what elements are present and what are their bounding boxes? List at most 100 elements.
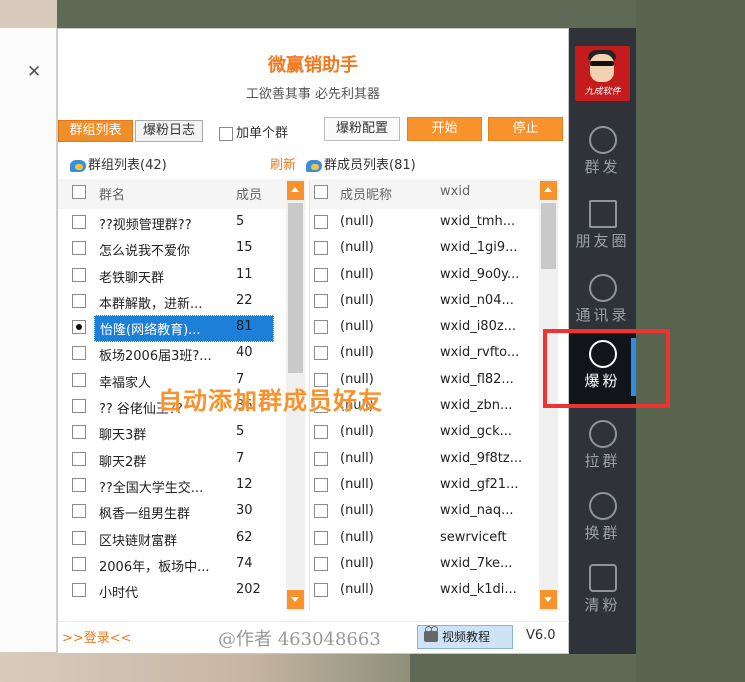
member-wxid: wxid_fl82... (440, 371, 514, 387)
group-checkbox[interactable] (72, 399, 86, 414)
member-row[interactable]: (null) sewrviceft (310, 525, 559, 551)
group-name: 本群解散，进新... (99, 296, 203, 312)
group-count: 5 (236, 214, 245, 229)
member-row[interactable]: (null) wxid_naq... (310, 498, 559, 524)
group-checkbox[interactable] (72, 267, 86, 282)
member-checkbox[interactable] (314, 556, 328, 571)
group-checkbox[interactable] (72, 477, 86, 492)
group-checkbox[interactable] (72, 583, 86, 598)
member-checkbox[interactable] (314, 451, 328, 466)
clean-fans-icon (588, 564, 617, 592)
toolbar: 群组列表 爆粉日志 加单个群 爆粉配置 开始 停止 (58, 117, 570, 145)
member-checkbox[interactable] (314, 425, 328, 440)
member-checkbox[interactable] (314, 504, 328, 519)
group-row[interactable]: 聊天3群 5 (58, 419, 306, 445)
member-row[interactable]: (null) wxid_1gi9... (310, 235, 559, 261)
group-name: 板场2006届3班?... (99, 349, 212, 365)
member-row[interactable]: (null) wxid_n04... (310, 288, 559, 314)
refresh-link[interactable]: 刷新 (270, 154, 296, 173)
group-name: 2006年，板场中... (99, 559, 210, 575)
group-checkbox[interactable] (72, 504, 86, 519)
sidebar-item-broadcast[interactable]: 群发 (569, 120, 636, 190)
group-row[interactable]: 2006年，板场中... 74 (58, 551, 306, 577)
group-row[interactable]: 枫香一组男生群 30 (58, 498, 306, 524)
group-row-selected[interactable]: 怡隆(网络教育)... 81 (58, 314, 306, 343)
sidebar-item-clean-fans[interactable]: 清粉 (569, 558, 636, 628)
video-tutorial-button[interactable]: 视频教程 (417, 625, 513, 649)
member-checkbox[interactable] (314, 293, 328, 308)
group-count: 15 (236, 240, 253, 256)
sidebar-item-switch-group[interactable]: 换群 (569, 486, 636, 556)
member-checkbox[interactable] (314, 320, 328, 335)
close-icon[interactable]: ✕ (27, 62, 41, 82)
single-group-option[interactable]: 加单个群 (219, 122, 288, 141)
member-row[interactable]: (null) wxid_9f8tz... (310, 446, 559, 472)
member-row[interactable]: (null) wxid_tmh... (310, 209, 559, 235)
stop-button[interactable]: 停止 (488, 117, 563, 141)
select-all-members-checkbox[interactable] (314, 185, 328, 199)
group-checkbox[interactable] (72, 346, 86, 361)
group-row[interactable]: 区块链财富群 62 (58, 525, 306, 551)
member-wxid: wxid_9o0y... (440, 266, 520, 282)
member-checkbox[interactable] (314, 477, 328, 492)
member-checkbox[interactable] (314, 241, 328, 256)
sidebar-item-contacts[interactable]: 通讯录 (569, 268, 636, 338)
scroll-up-arrow-icon[interactable] (540, 181, 557, 200)
avatar[interactable]: 九成软件 (575, 46, 630, 101)
member-checkbox[interactable] (314, 346, 328, 361)
member-row[interactable]: (null) wxid_7ke... (310, 551, 559, 577)
group-checkbox[interactable] (72, 293, 86, 308)
select-all-groups-checkbox[interactable] (72, 185, 86, 199)
column-group-name: 群名 (99, 188, 126, 203)
tab-group-list[interactable]: 群组列表 (58, 120, 133, 142)
broadcast-icon (588, 126, 617, 154)
login-link[interactable]: >>登录<< (62, 627, 132, 646)
member-wxid: sewrviceft (440, 529, 507, 545)
chat-icon (70, 159, 86, 172)
group-row[interactable]: ??视频管理群?? 5 (58, 209, 306, 235)
scroll-down-arrow-icon[interactable] (540, 590, 557, 609)
member-checkbox[interactable] (314, 530, 328, 545)
member-nickname: (null) (340, 292, 374, 308)
member-checkbox[interactable] (314, 215, 328, 229)
scroll-thumb[interactable] (288, 203, 303, 373)
single-group-checkbox[interactable] (219, 126, 233, 141)
group-row[interactable]: 本群解散，进新... 22 (58, 288, 306, 314)
config-button[interactable]: 爆粉配置 (324, 117, 400, 141)
member-wxid: wxid_gck... (440, 424, 513, 440)
group-count: 30 (236, 503, 253, 519)
group-checkbox[interactable] (72, 425, 86, 440)
tab-log[interactable]: 爆粉日志 (135, 120, 203, 142)
scroll-up-arrow-icon[interactable] (287, 181, 304, 200)
member-row[interactable]: (null) wxid_k1di... (310, 577, 559, 603)
group-checkbox[interactable] (72, 556, 86, 571)
start-button[interactable]: 开始 (407, 117, 482, 141)
group-row[interactable]: 小时代 202 (58, 577, 306, 603)
group-row[interactable]: 老铁聊天群 11 (58, 262, 306, 288)
group-row[interactable]: 板场2006届3班?... 40 (58, 340, 306, 366)
group-checkbox[interactable] (72, 530, 86, 545)
group-row[interactable]: 怎么说我不爱你 15 (58, 235, 306, 261)
main-window: 微赢销助手 工欲善其事 必先利其器 群组列表 爆粉日志 加单个群 爆粉配置 开始… (57, 28, 570, 654)
scroll-thumb[interactable] (541, 203, 556, 269)
group-radio[interactable] (72, 320, 86, 335)
member-row[interactable]: (null) wxid_9o0y... (310, 262, 559, 288)
group-row[interactable]: 聊天2群 7 (58, 446, 306, 472)
member-checkbox[interactable] (314, 583, 328, 598)
group-name: 聊天2群 (99, 454, 147, 470)
group-checkbox[interactable] (72, 241, 86, 256)
sidebar-item-pull-group[interactable]: 拉群 (569, 414, 636, 484)
group-name: ??视频管理群?? (99, 218, 192, 233)
member-row[interactable]: (null) wxid_i80z... (310, 314, 559, 340)
member-row[interactable]: (null) wxid_rvfto... (310, 340, 559, 366)
member-row[interactable]: (null) wxid_gf21... (310, 472, 559, 498)
scroll-down-arrow-icon[interactable] (287, 590, 304, 609)
member-row[interactable]: (null) wxid_gck... (310, 419, 559, 445)
group-row[interactable]: ??全国大学生交... 12 (58, 472, 306, 498)
group-checkbox[interactable] (72, 372, 86, 387)
sidebar-item-moments[interactable]: 朋友圈 (569, 194, 636, 264)
member-nickname: (null) (340, 345, 374, 361)
group-checkbox[interactable] (72, 215, 86, 229)
member-checkbox[interactable] (314, 267, 328, 282)
group-checkbox[interactable] (72, 451, 86, 466)
